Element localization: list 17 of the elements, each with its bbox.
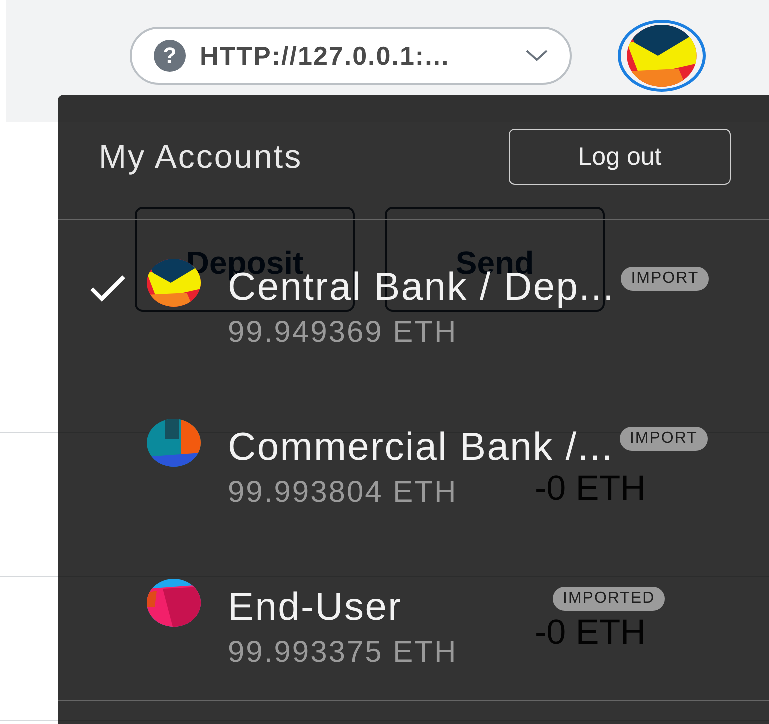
avatar-icon [147, 419, 201, 467]
help-icon: ? [154, 40, 186, 72]
account-name[interactable]: End-User [228, 585, 547, 631]
caret-icon [526, 50, 548, 62]
account-balance: 99.993804 ETH [228, 475, 458, 511]
network-selector[interactable]: ? HTTP://127.0.0.1:... [130, 27, 572, 85]
menu-title: My Accounts [99, 138, 303, 176]
account-balance: 99.949369 ETH [228, 315, 458, 351]
account-balance: 99.993375 ETH [228, 635, 458, 671]
logout-button[interactable]: Log out [509, 129, 731, 185]
avatar-icon [147, 579, 201, 627]
imported-badge: IMPORT [621, 267, 710, 291]
network-name: HTTP://127.0.0.1:... [200, 40, 450, 72]
imported-badge: IMPORTED [553, 587, 666, 611]
account-avatar[interactable] [618, 20, 706, 92]
imported-badge: IMPORT [620, 427, 708, 451]
account-name[interactable]: Commercial Bank /... [228, 425, 614, 471]
